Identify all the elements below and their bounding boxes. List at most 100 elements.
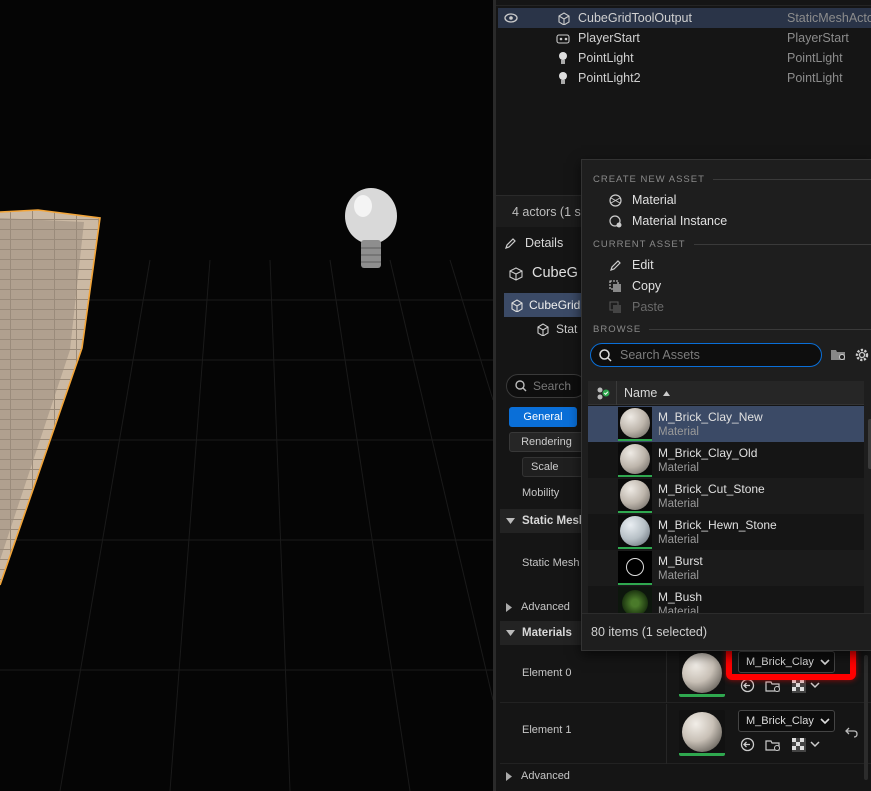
menu-item-label: Material: [632, 193, 677, 207]
asset-name: M_Brick_Hewn_Stone: [658, 518, 777, 532]
outliner-row[interactable]: CubeGridToolOutput StaticMeshActor: [498, 8, 871, 28]
outliner-row-name: PlayerStart: [578, 31, 640, 45]
checker-texture-icon[interactable]: [792, 737, 820, 752]
element-label: Element 1: [522, 724, 572, 736]
outliner-row-name: PointLight2: [578, 71, 641, 85]
category-static-mesh-label: Static Mesh: [522, 515, 586, 527]
search-icon: [515, 380, 527, 392]
browse-folder-icon[interactable]: [765, 679, 782, 693]
point-light-icon: [345, 188, 397, 268]
asset-name: M_Brick_Clay_New: [658, 410, 763, 424]
caret-down-icon: [506, 517, 515, 525]
asset-thumbnail: [618, 515, 652, 549]
actor-name: CubeG: [532, 265, 578, 281]
asset-name: M_Brick_Clay_Old: [658, 446, 758, 460]
use-selected-icon[interactable]: [740, 737, 755, 752]
asset-thumbnail: [618, 587, 652, 613]
outliner-row[interactable]: PointLight2 PointLight: [498, 68, 871, 88]
asset-row[interactable]: M_Brick_Clay_New Material: [588, 406, 864, 442]
details-search-input[interactable]: Search: [506, 374, 586, 398]
component-root[interactable]: CubeGrid: [504, 293, 584, 317]
pencil-icon: [504, 237, 517, 250]
section-create-new-asset: CREATE NEW ASSET: [593, 174, 871, 185]
asset-list-header: Name: [588, 381, 864, 405]
column-name-header[interactable]: Name: [624, 386, 671, 400]
viewport-scene: [0, 188, 493, 791]
component-root-label: CubeGrid: [529, 298, 581, 312]
material-thumbnail[interactable]: [679, 651, 725, 697]
menu-item-label: Copy: [632, 279, 662, 293]
filter-scale-button[interactable]: Scale: [522, 457, 584, 477]
asset-row[interactable]: M_Brick_Hewn_Stone Material: [588, 514, 864, 550]
player-start-icon: [556, 31, 570, 45]
pencil-icon: [608, 258, 622, 272]
checker-texture-icon[interactable]: [792, 678, 820, 693]
outliner-row[interactable]: PointLight PointLight: [498, 48, 871, 68]
asset-kind: Material: [658, 462, 699, 474]
search-assets-input[interactable]: Search Assets: [590, 343, 822, 367]
mobility-label: Mobility: [522, 487, 560, 499]
material-combo[interactable]: M_Brick_Clay: [738, 710, 835, 732]
folder-search-icon[interactable]: [830, 348, 847, 362]
static-mesh-label: Static Mesh: [522, 557, 580, 569]
advanced-row[interactable]: Advanced: [500, 765, 871, 787]
asset-kind: Material: [658, 570, 699, 582]
column-divider: [666, 704, 667, 764]
eye-icon[interactable]: [503, 10, 519, 26]
menu-item-edit[interactable]: Edit: [608, 258, 654, 272]
filter-rendering-button[interactable]: Rendering: [509, 432, 584, 452]
category-materials-label: Materials: [522, 627, 572, 639]
component-child[interactable]: Stat: [536, 318, 577, 340]
settings-gear-icon[interactable]: [854, 347, 870, 363]
asset-kind: Material: [658, 426, 699, 438]
asset-row[interactable]: M_Burst Material: [588, 550, 864, 586]
column-divider: [666, 645, 667, 703]
outliner-prev-row: [496, 0, 871, 6]
level-viewport[interactable]: [0, 0, 493, 791]
asset-thumbnail: [618, 479, 652, 513]
asset-kind: Material: [658, 606, 699, 613]
details-search-placeholder: Search: [533, 379, 572, 393]
menu-item-material-instance[interactable]: Material Instance: [608, 214, 727, 228]
source-filter-icon[interactable]: [596, 386, 610, 400]
use-selected-icon[interactable]: [740, 678, 755, 693]
material-instance-icon: [608, 214, 622, 228]
filter-general-button[interactable]: General: [509, 407, 577, 427]
asset-name: M_Bush: [658, 590, 703, 604]
outliner-row[interactable]: PlayerStart PlayerStart: [498, 28, 871, 48]
static-mesh-icon: [508, 266, 523, 281]
tab-details[interactable]: Details: [496, 231, 586, 255]
chevron-down-icon: [820, 717, 830, 725]
asset-name: M_Brick_Cut_Stone: [658, 482, 765, 496]
caret-right-icon: [506, 771, 513, 781]
asset-thumbnail: [618, 407, 652, 441]
menu-item-paste: Paste: [608, 300, 664, 314]
asset-thumbnail: [618, 443, 652, 477]
outliner-row-type: StaticMeshActor: [787, 11, 871, 25]
copy-icon: [608, 279, 622, 293]
outliner-row-name: CubeGridToolOutput: [578, 11, 692, 25]
element-label: Element 0: [522, 667, 572, 679]
static-mesh-icon: [536, 322, 549, 336]
asset-list: Name M_Brick_Clay_New Material M_Brick_Cl…: [588, 381, 871, 613]
material-picker-popup: CREATE NEW ASSET Material Material Insta…: [581, 159, 871, 651]
asset-row[interactable]: M_Brick_Clay_Old Material: [588, 442, 864, 478]
details-scrollbar[interactable]: [864, 655, 868, 780]
asset-row[interactable]: M_Brick_Cut_Stone Material: [588, 478, 864, 514]
menu-item-label: Edit: [632, 258, 654, 272]
component-child-label: Stat: [556, 322, 578, 336]
sort-ascending-icon: [663, 390, 671, 396]
static-mesh-icon: [556, 11, 570, 25]
asset-row[interactable]: M_Bush Material: [588, 586, 864, 613]
reset-arrow-icon[interactable]: [845, 726, 858, 738]
menu-item-material[interactable]: Material: [608, 193, 676, 207]
asset-kind: Material: [658, 534, 699, 546]
section-browse: BROWSE: [593, 324, 871, 335]
search-assets-placeholder: Search Assets: [620, 348, 700, 362]
menu-item-copy[interactable]: Copy: [608, 279, 661, 293]
material-element-row: Element 1 M_Brick_Clay: [500, 704, 871, 764]
browse-folder-icon[interactable]: [765, 738, 782, 752]
advanced-label: Advanced: [521, 601, 570, 613]
material-actions: [740, 678, 820, 693]
material-thumbnail[interactable]: [679, 710, 725, 756]
